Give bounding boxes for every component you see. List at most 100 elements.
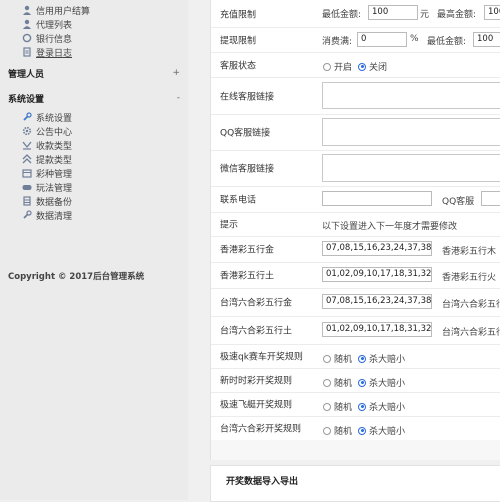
sidebar-item-lottery-management[interactable]: 彩种管理 xyxy=(22,166,72,180)
expand-toggle[interactable]: + xyxy=(172,68,180,78)
sidebar-group-label: 管理人员 xyxy=(8,69,45,80)
draw-rule-row: 极速qk赛车开奖规则 随机 杀大赔小 xyxy=(211,344,500,369)
withdraw-min-label: 最低金额: xyxy=(427,37,467,47)
recharge-max-label: 最高金额: xyxy=(437,10,477,20)
draw-rule-label: 台湾六合彩开奖规则 xyxy=(220,424,302,435)
radio-label: 随机 xyxy=(334,379,353,389)
radio-label: 杀大赔小 xyxy=(369,379,406,389)
database-icon xyxy=(22,196,32,206)
radio-dot xyxy=(323,62,331,71)
radio-dot xyxy=(358,354,366,363)
kill-big-radio[interactable]: 杀大赔小 xyxy=(358,424,405,437)
element-row: 香港彩五行金 07,08,15,16,23,24,37,38,45, 香港彩五行… xyxy=(211,236,500,263)
sidebar-item-notice-center[interactable]: 公告中心 xyxy=(22,124,72,138)
sidebar-item-label: 公告中心 xyxy=(36,127,73,138)
folder-icon xyxy=(22,168,32,178)
withdraw-limit-row: 提现限制 消费满: 0 % 最低金额: 100 xyxy=(211,27,500,53)
qq-service-label: QQ客服链接 xyxy=(220,128,271,139)
sidebar-item-label: 数据清理 xyxy=(36,211,73,222)
radio-label: 随机 xyxy=(334,403,353,413)
wechat-service-row: 微信客服链接 xyxy=(211,150,500,187)
random-radio[interactable]: 随机 xyxy=(323,424,352,437)
recharge-limit-label: 充值限制 xyxy=(220,10,257,20)
draw-rule-label: 极速飞艇开奖规则 xyxy=(220,400,293,411)
online-service-row: 在线客服链接 xyxy=(211,77,500,115)
random-radio[interactable]: 随机 xyxy=(323,376,352,389)
sidebar-item-data-cleanup[interactable]: 数据清理 xyxy=(22,208,72,222)
recharge-min-input[interactable]: 100 xyxy=(368,5,418,20)
sidebar: 信用用户结算 代理列表 银行信息 登录日志 管理人员 + 系统设置 - 系统设置 xyxy=(0,0,188,500)
element-numbers-input[interactable]: 07,08,15,16,23,24,37,38,45, xyxy=(322,294,432,309)
service-status-row: 客服状态 开启 关闭 xyxy=(211,52,500,78)
import-export-section: 开奖数据导入导出 xyxy=(210,465,500,502)
gamepad-icon xyxy=(22,182,32,192)
section-title: 开奖数据导入导出 xyxy=(226,477,299,487)
kill-big-radio[interactable]: 杀大赔小 xyxy=(358,400,405,413)
settings-area: 充值限制 最低金额: 100 元 最高金额: 100 提现限制 消费满: 0 %… xyxy=(210,0,500,502)
sidebar-item-label: 收款类型 xyxy=(36,141,73,152)
sidebar-item-label: 提款类型 xyxy=(36,155,73,166)
radio-label: 随机 xyxy=(334,355,353,365)
collapse-toggle[interactable]: - xyxy=(177,93,180,103)
sidebar-item-label: 登录日志 xyxy=(36,48,73,59)
element-next-label: 香港彩五行木 xyxy=(442,247,497,257)
qq-contact-input[interactable] xyxy=(481,191,500,206)
tip-label: 提示 xyxy=(220,220,239,231)
withdraw-min-input[interactable]: 100 xyxy=(473,32,500,47)
radio-dot xyxy=(358,426,366,435)
kill-big-radio[interactable]: 杀大赔小 xyxy=(358,352,405,365)
upload-icon xyxy=(22,154,32,164)
wrench-icon xyxy=(22,112,32,122)
kill-big-radio[interactable]: 杀大赔小 xyxy=(358,376,405,389)
sidebar-item-label: 系统设置 xyxy=(36,113,73,124)
radio-label: 关闭 xyxy=(369,63,388,73)
sidebar-item-login-log[interactable]: 登录日志 xyxy=(22,45,72,59)
element-numbers-input[interactable]: 07,08,15,16,23,24,37,38,45, xyxy=(322,241,432,256)
random-radio[interactable]: 随机 xyxy=(323,352,352,365)
contact-row: 联系电话 QQ客服 xyxy=(211,186,500,213)
wrench-icon xyxy=(22,210,32,220)
draw-rule-label: 新时时彩开奖规则 xyxy=(220,376,293,387)
tip-row: 提示 以下设置进入下一年度才需要修改 xyxy=(211,212,500,237)
sidebar-group-managers[interactable]: 管理人员 + xyxy=(8,65,180,81)
recharge-max-input[interactable]: 100 xyxy=(484,5,500,20)
radio-dot xyxy=(323,402,331,411)
sidebar-item-label: 彩种管理 xyxy=(36,169,73,180)
document-icon xyxy=(22,47,32,57)
sidebar-item-data-backup[interactable]: 数据备份 xyxy=(22,194,72,208)
element-row: 台湾六合彩五行金 07,08,15,16,23,24,37,38,45, 台湾六… xyxy=(211,288,500,317)
sidebar-item-agent-list[interactable]: 代理列表 xyxy=(22,17,72,31)
element-numbers-input[interactable]: 01,02,09,10,17,18,31,32,39, xyxy=(322,322,432,337)
sidebar-item-bank-info[interactable]: 银行信息 xyxy=(22,31,72,45)
sidebar-item-label: 玩法管理 xyxy=(36,183,73,194)
sidebar-group-system-settings[interactable]: 系统设置 - xyxy=(8,90,180,106)
withdraw-limit-label: 提现限制 xyxy=(220,36,257,46)
draw-rule-row: 新时时彩开奖规则 随机 杀大赔小 xyxy=(211,368,500,393)
service-off-radio[interactable]: 关闭 xyxy=(358,60,387,73)
sidebar-item-label: 银行信息 xyxy=(36,34,73,45)
draw-rule-row: 台湾六合彩开奖规则 随机 杀大赔小 xyxy=(211,416,500,440)
radio-label: 杀大赔小 xyxy=(369,403,406,413)
radio-label: 开启 xyxy=(334,63,353,73)
sidebar-item-play-management[interactable]: 玩法管理 xyxy=(22,180,72,194)
radio-label: 杀大赔小 xyxy=(369,355,406,365)
contact-phone-input[interactable] xyxy=(322,191,432,206)
sidebar-item-payment-type[interactable]: 收款类型 xyxy=(22,138,72,152)
qq-service-textarea[interactable] xyxy=(322,118,500,146)
qq-service-row: QQ客服链接 xyxy=(211,114,500,151)
draw-rule-row: 极速飞艇开奖规则 随机 杀大赔小 xyxy=(211,392,500,417)
online-service-textarea[interactable] xyxy=(322,82,500,109)
sidebar-item-system-settings[interactable]: 系统设置 xyxy=(22,110,72,124)
draw-rule-label: 极速qk赛车开奖规则 xyxy=(220,352,303,363)
element-row: 香港彩五行土 01,02,09,10,17,18,31,32,39, 香港彩五行… xyxy=(211,262,500,289)
withdraw-consume-input[interactable]: 0 xyxy=(357,32,407,47)
user-icon xyxy=(22,5,32,15)
random-radio[interactable]: 随机 xyxy=(323,400,352,413)
element-numbers-input[interactable]: 01,02,09,10,17,18,31,32,39, xyxy=(322,267,432,282)
service-on-radio[interactable]: 开启 xyxy=(323,60,352,73)
sidebar-item-label: 代理列表 xyxy=(36,20,73,31)
sidebar-item-credit-settlement[interactable]: 信用用户结算 xyxy=(22,3,90,17)
user-icon xyxy=(22,19,32,29)
sidebar-item-withdraw-type[interactable]: 提款类型 xyxy=(22,152,72,166)
wechat-service-textarea[interactable] xyxy=(322,154,500,182)
